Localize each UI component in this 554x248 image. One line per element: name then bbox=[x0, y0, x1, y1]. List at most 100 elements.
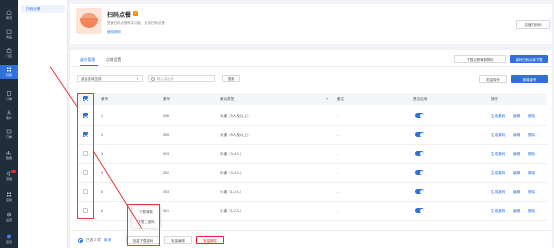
batch-edit-button[interactable]: 批量编辑 bbox=[164, 236, 192, 244]
row-checkbox[interactable] bbox=[83, 151, 88, 156]
generate-qrcode-link[interactable]: 生成桌码 bbox=[491, 133, 505, 138]
edit-link[interactable]: 编辑 bbox=[513, 114, 520, 119]
search-input[interactable]: 输入桌台号 bbox=[148, 75, 215, 82]
delete-link[interactable]: 删除 bbox=[528, 171, 535, 176]
row-note: - bbox=[337, 171, 339, 175]
nav-item-member[interactable]: 客户 bbox=[0, 108, 18, 122]
nav-label: 店员 bbox=[5, 240, 12, 244]
row-note: - bbox=[337, 190, 339, 194]
row-index: 5 bbox=[101, 190, 103, 194]
store-version-badge: V bbox=[133, 11, 138, 16]
nav-item-marketing[interactable]: 营销 bbox=[0, 169, 18, 183]
nav-item-qrcode[interactable]: 扫码 bbox=[0, 65, 18, 79]
nav-item-staff[interactable]: 店员 bbox=[0, 232, 18, 246]
row-code: 003 bbox=[163, 152, 169, 156]
new-badge bbox=[11, 170, 16, 173]
nav-label: 扫码 bbox=[5, 73, 12, 77]
column-header-index: 桌号 bbox=[101, 97, 109, 101]
enabled-toggle[interactable] bbox=[415, 151, 424, 156]
delete-link[interactable]: 删除 bbox=[528, 209, 535, 214]
enabled-toggle[interactable] bbox=[415, 113, 424, 118]
table-row: 5 003 小桌（1-2人） - 生成桌码 编辑 删除 bbox=[77, 183, 547, 202]
area-select-value: 桌台区域全部 bbox=[81, 77, 102, 81]
generate-qrcode-link[interactable]: 生成桌码 bbox=[491, 209, 505, 214]
store-header: 扫码点餐 V 堂食扫码点餐助手功能，支持扫码点餐 使用说明 店铺扫码码 bbox=[70, 4, 552, 44]
filter-icon[interactable]: ▾ bbox=[326, 96, 328, 101]
area-select[interactable]: 桌台区域全部 ▼ bbox=[77, 75, 143, 82]
nav-item-order[interactable]: 订单 bbox=[0, 89, 18, 103]
row-type: 中桌（3-4人） bbox=[220, 171, 244, 175]
delete-link[interactable]: 删除 bbox=[528, 152, 535, 157]
qrcode-icon bbox=[7, 67, 11, 72]
nav-item-app[interactable]: 应用 bbox=[0, 190, 18, 204]
row-checkbox[interactable] bbox=[83, 113, 88, 118]
nav-item-overview[interactable]: 概况 bbox=[0, 8, 18, 22]
delete-link[interactable]: 删除 bbox=[528, 133, 535, 138]
data-icon bbox=[6, 151, 11, 155]
generate-qrcode-link[interactable]: 生成桌码 bbox=[491, 171, 505, 176]
row-index: 6 bbox=[101, 209, 103, 213]
row-type: 大桌（5人及以上） bbox=[220, 133, 251, 137]
select-all-checkbox[interactable] bbox=[83, 96, 88, 101]
row-note: - bbox=[337, 209, 339, 213]
nav-item-goods[interactable]: 商品 bbox=[0, 27, 18, 41]
finance-icon bbox=[6, 129, 12, 134]
nav-label: 设置 bbox=[5, 218, 12, 222]
store-image-bowl bbox=[80, 18, 98, 28]
nav-item-finance[interactable]: 订单 bbox=[0, 127, 18, 141]
row-index: 2 bbox=[101, 133, 103, 137]
enabled-toggle[interactable] bbox=[415, 189, 424, 194]
main-panel: 桌台管理 点餐设置 下载点餐海报物料 桌码扫码点单下载 桌台区域全部 ▼ 输入桌… bbox=[70, 50, 552, 248]
tab-table-management[interactable]: 桌台管理 bbox=[80, 58, 95, 63]
store-icon bbox=[6, 48, 12, 53]
avatar-icon bbox=[7, 234, 11, 239]
add-table-button[interactable]: 新增桌号 bbox=[511, 75, 548, 83]
generate-qrcode-link[interactable]: 生成桌码 bbox=[491, 152, 505, 157]
select-all-radio[interactable] bbox=[78, 238, 83, 243]
row-checkbox[interactable] bbox=[83, 189, 88, 194]
secondary-navigation: 扫码点餐 bbox=[18, 0, 68, 248]
gear-icon bbox=[7, 212, 11, 217]
edit-link[interactable]: 编辑 bbox=[513, 171, 520, 176]
column-header-code: 桌号 bbox=[163, 97, 171, 101]
download-poster-option[interactable]: 下载海报 bbox=[132, 209, 160, 214]
batch-operation-button[interactable]: 批量操作 bbox=[479, 75, 507, 83]
nav-item-settings[interactable]: 设置 bbox=[0, 210, 18, 224]
row-type: 中桌（3-4人） bbox=[220, 152, 244, 156]
search-button[interactable]: 搜索 bbox=[222, 75, 240, 82]
nav-label: 概况 bbox=[5, 16, 12, 20]
generate-qrcode-link[interactable]: 生成桌码 bbox=[491, 114, 505, 119]
generate-qrcode-link[interactable]: 生成桌码 bbox=[491, 190, 505, 195]
download-table-qrcode-button[interactable]: 桌码扫码点单下载 bbox=[510, 55, 548, 63]
subnav-item-scan-order[interactable]: 扫码点餐 bbox=[21, 5, 65, 13]
nav-item-store[interactable]: 门店 bbox=[0, 46, 18, 60]
row-checkbox[interactable] bbox=[83, 132, 88, 137]
nav-item-data[interactable]: 数据 bbox=[0, 148, 18, 162]
store-image bbox=[76, 8, 102, 34]
row-checkbox[interactable] bbox=[83, 170, 88, 175]
delete-link[interactable]: 删除 bbox=[528, 114, 535, 119]
download-poster-button[interactable]: 下载点餐海报物料 bbox=[454, 55, 506, 63]
edit-link[interactable]: 编辑 bbox=[513, 209, 520, 214]
row-note: - bbox=[337, 133, 339, 137]
enabled-toggle[interactable] bbox=[415, 132, 424, 137]
batch-delete-button[interactable]: 批量删除 bbox=[196, 236, 224, 244]
delete-link[interactable]: 删除 bbox=[528, 190, 535, 195]
row-checkbox[interactable] bbox=[83, 208, 88, 213]
enabled-toggle[interactable] bbox=[415, 208, 424, 213]
edit-link[interactable]: 编辑 bbox=[513, 152, 520, 157]
nav-label: 客户 bbox=[5, 116, 12, 120]
cancel-selection-link[interactable]: 取消 bbox=[104, 238, 111, 243]
usage-guide-link[interactable]: 使用说明 bbox=[107, 29, 121, 34]
store-description: 堂食扫码点餐助手功能，支持扫码点餐 bbox=[107, 21, 165, 25]
enabled-toggle[interactable] bbox=[415, 170, 424, 175]
search-icon bbox=[151, 77, 155, 81]
row-type: 大桌（5人及以上） bbox=[220, 114, 251, 118]
tab-order-settings[interactable]: 点餐设置 bbox=[106, 58, 121, 63]
edit-link[interactable]: 编辑 bbox=[513, 133, 520, 138]
store-qrcode-button[interactable]: 店铺扫码码 bbox=[516, 20, 550, 29]
nav-label: 订单 bbox=[5, 135, 12, 139]
nav-label: 门店 bbox=[5, 54, 12, 58]
batch-download-qrcode-button[interactable]: 批量下载桌码 bbox=[126, 236, 160, 244]
edit-link[interactable]: 编辑 bbox=[513, 190, 520, 195]
